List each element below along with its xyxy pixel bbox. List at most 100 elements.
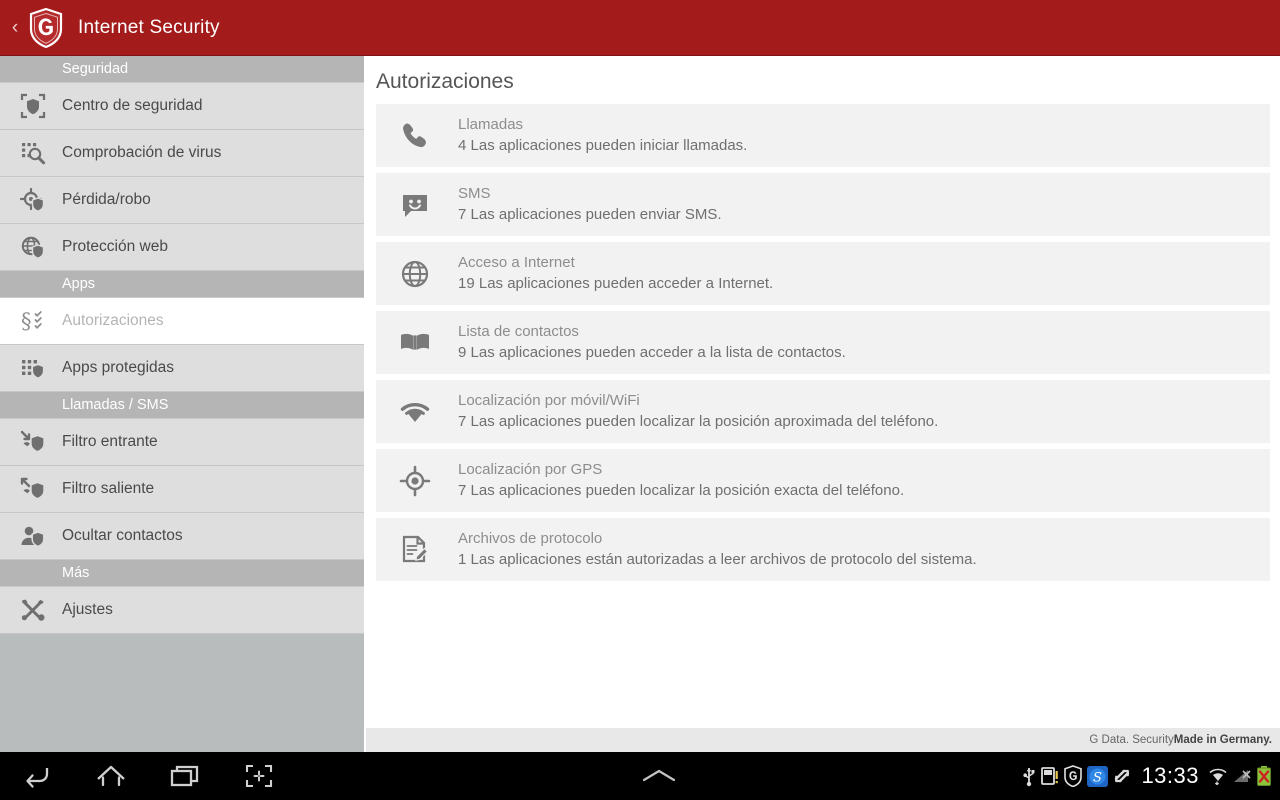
log-file-icon	[392, 533, 438, 567]
permission-text: SMS 7 Las aplicaciones pueden enviar SMS…	[458, 184, 722, 225]
sidebar-item-proteccion-web[interactable]: Protección web	[0, 224, 364, 271]
sidebar-item-filtro-saliente[interactable]: Filtro saliente	[0, 466, 364, 513]
sidebar-item-label: Comprobación de virus	[62, 144, 222, 161]
permission-desc-text: Las aplicaciones pueden enviar SMS.	[470, 205, 722, 223]
permission-desc-text: Las aplicaciones pueden acceder a Intern…	[478, 274, 774, 292]
permission-text: Lista de contactos 9 Las aplicaciones pu…	[458, 322, 846, 363]
sidebar-item-comprobacion-de-virus[interactable]: Comprobación de virus	[0, 130, 364, 177]
permissions-list: Llamadas 4 Las aplicaciones pueden inici…	[366, 104, 1280, 581]
permission-count: 9	[458, 343, 467, 361]
permission-title: Archivos de protocolo	[458, 530, 603, 548]
permission-row-localizacion-gps[interactable]: Localización por GPS 7 Las aplicaciones …	[376, 449, 1270, 512]
chevron-up-icon[interactable]	[614, 752, 704, 800]
permission-count: 19	[458, 274, 475, 292]
content-heading: Autorizaciones	[376, 70, 514, 93]
permissions-icon: §	[10, 307, 56, 335]
sidebar-item-filtro-entrante[interactable]: Filtro entrante	[0, 419, 364, 466]
permission-desc: 7 Las aplicaciones pueden localizar la p…	[458, 412, 938, 432]
navbar-spacer-left	[296, 752, 614, 800]
sidebar-item-label: Ocultar contactos	[62, 527, 183, 544]
permission-desc-text: Las aplicaciones pueden localizar la pos…	[470, 412, 939, 430]
virus-scan-icon	[10, 139, 56, 167]
svg-text:S: S	[1093, 770, 1102, 785]
sidebar: Seguridad Centro de seguridad Comprobaci…	[0, 56, 365, 752]
g-data-shield-logo[interactable]	[26, 7, 66, 49]
page-title: Internet Security	[78, 16, 220, 38]
android-navigation-bar: S 13:33	[0, 752, 1280, 800]
recents-icon[interactable]	[148, 752, 222, 800]
permission-title: SMS	[458, 185, 491, 203]
back-icon[interactable]	[0, 752, 74, 800]
footer-text: G Data. Security	[1089, 734, 1174, 746]
sidebar-item-perdida-robo[interactable]: Pérdida/robo	[0, 177, 364, 224]
sidebar-item-ajustes[interactable]: Ajustes	[0, 587, 364, 634]
battery-error-icon	[1256, 765, 1272, 787]
sidebar-item-label: Filtro entrante	[62, 433, 158, 450]
permission-row-sms[interactable]: SMS 7 Las aplicaciones pueden enviar SMS…	[376, 173, 1270, 236]
usb-icon	[1021, 765, 1037, 787]
sidebar-item-ocultar-contactos[interactable]: Ocultar contactos	[0, 513, 364, 560]
phone-icon	[392, 119, 438, 153]
permission-text: Llamadas 4 Las aplicaciones pueden inici…	[458, 115, 747, 156]
permission-desc: 7 Las aplicaciones pueden localizar la p…	[458, 481, 904, 501]
status-clock: 13:33	[1141, 763, 1199, 788]
permission-text: Localización por móvil/WiFi 7 Las aplica…	[458, 391, 938, 432]
permission-desc-text: Las aplicaciones pueden localizar la pos…	[470, 481, 905, 499]
permission-title: Localización por GPS	[458, 461, 603, 479]
apps-shield-icon	[10, 354, 56, 382]
wifi-icon	[392, 395, 438, 429]
permission-count: 4	[458, 136, 467, 154]
permission-row-llamadas[interactable]: Llamadas 4 Las aplicaciones pueden inici…	[376, 104, 1270, 167]
permission-desc: 4 Las aplicaciones pueden iniciar llamad…	[458, 136, 747, 156]
signal-off-icon	[1232, 766, 1252, 786]
blue-s-app-icon: S	[1087, 765, 1109, 787]
permission-desc-text: Las aplicaciones están autorizadas a lee…	[470, 550, 977, 568]
sidebar-item-label: Autorizaciones	[62, 312, 164, 329]
sidebar-section-mas: Más	[0, 560, 364, 587]
sidebar-item-label: Protección web	[62, 238, 168, 255]
back-chevron-icon[interactable]: ‹	[4, 18, 26, 37]
branding-footer: G Data. Security Made in Germany.	[366, 728, 1280, 752]
sidebar-item-label: Filtro saliente	[62, 480, 155, 497]
sd-card-warning-icon	[1041, 766, 1059, 786]
permission-title: Acceso a Internet	[458, 254, 575, 272]
sidebar-item-label: Ajustes	[62, 601, 113, 618]
permission-desc-text: Las aplicaciones pueden iniciar llamadas…	[470, 136, 748, 154]
permission-row-lista-de-contactos[interactable]: Lista de contactos 9 Las aplicaciones pu…	[376, 311, 1270, 374]
permission-count: 7	[458, 481, 467, 499]
permission-text: Acceso a Internet 19 Las aplicaciones pu…	[458, 253, 773, 294]
permission-desc: 7 Las aplicaciones pueden enviar SMS.	[458, 205, 722, 225]
navbar-spacer-right	[704, 752, 1022, 800]
contacts-book-icon	[392, 326, 438, 360]
sync-icon	[1112, 766, 1132, 786]
globe-icon	[392, 257, 438, 291]
app-root: ‹ Internet Security Seguridad Centro de …	[0, 0, 1280, 800]
sidebar-section-seguridad: Seguridad	[0, 56, 364, 83]
permission-row-archivos-de-protocolo[interactable]: Archivos de protocolo 1 Las aplicaciones…	[376, 518, 1270, 581]
settings-tools-icon	[10, 596, 56, 624]
sidebar-item-apps-protegidas[interactable]: Apps protegidas	[0, 345, 364, 392]
sidebar-item-centro-de-seguridad[interactable]: Centro de seguridad	[0, 83, 364, 130]
status-tray[interactable]: S 13:33	[1021, 752, 1280, 800]
permission-row-localizacion-movil-wifi[interactable]: Localización por móvil/WiFi 7 Las aplica…	[376, 380, 1270, 443]
permission-desc: 1 Las aplicaciones están autorizadas a l…	[458, 550, 977, 570]
sidebar-item-label: Centro de seguridad	[62, 97, 203, 114]
permission-count: 7	[458, 205, 467, 223]
globe-shield-icon	[10, 233, 56, 261]
sidebar-item-autorizaciones[interactable]: § Autorizaciones	[0, 298, 364, 345]
target-shield-icon	[10, 186, 56, 214]
permission-title: Lista de contactos	[458, 323, 579, 341]
sidebar-item-label: Apps protegidas	[62, 359, 175, 376]
gdata-shield-icon	[1063, 765, 1083, 787]
permission-row-acceso-a-internet[interactable]: Acceso a Internet 19 Las aplicaciones pu…	[376, 242, 1270, 305]
permission-title: Llamadas	[458, 116, 524, 134]
home-icon[interactable]	[74, 752, 148, 800]
permission-count: 7	[458, 412, 467, 430]
shield-scan-icon	[10, 92, 56, 120]
screenshot-icon[interactable]	[222, 752, 296, 800]
permission-text: Localización por GPS 7 Las aplicaciones …	[458, 460, 904, 501]
sidebar-item-label: Pérdida/robo	[62, 191, 151, 208]
permission-desc: 19 Las aplicaciones pueden acceder a Int…	[458, 274, 773, 294]
permission-count: 1	[458, 550, 467, 568]
footer-text-bold: Made in Germany.	[1173, 734, 1272, 746]
